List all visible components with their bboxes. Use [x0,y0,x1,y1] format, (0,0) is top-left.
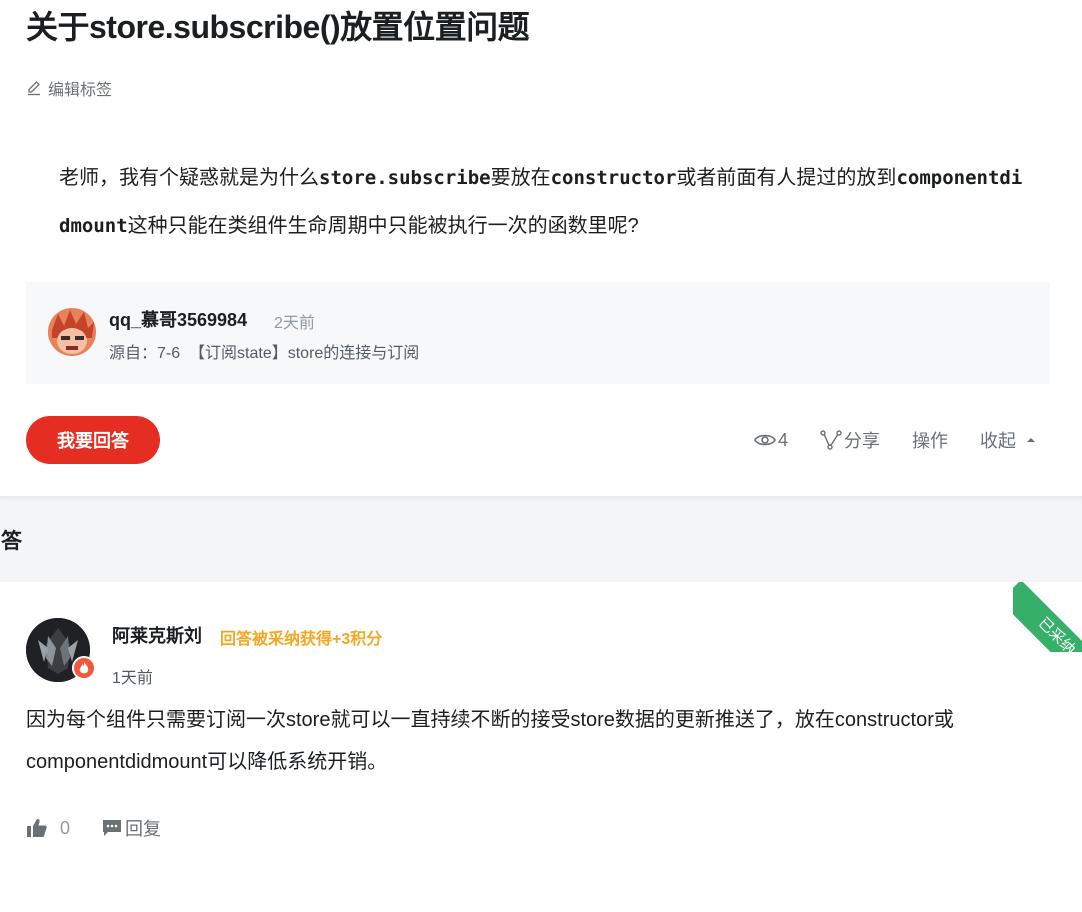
question-title: 关于store.subscribe()放置位置问题 [26,9,530,45]
question-text: 或者前面有人提过的放到 [676,167,897,189]
answer-bonus-badge: 回答被采纳获得+3积分 [220,631,383,648]
caret-up-icon [1027,438,1035,442]
asker-time: 2天前 [274,315,315,332]
eye-icon [754,434,776,446]
answer-question-button[interactable]: 我要回答 [26,416,160,464]
reply-button[interactable]: 回复 [102,815,161,841]
like-count: 0 [60,817,71,838]
question-text: 老师，我有个疑惑就是为什么 [59,167,319,189]
question-meta-box: qq_慕哥3569984 2天前 源自：7-6 【订阅state】store的连… [26,282,1050,384]
question-text: 要放在 [490,167,551,189]
asker-avatar[interactable] [48,308,96,356]
answer-time: 1天前 [112,670,153,687]
operate-menu[interactable]: 操作 [912,427,948,453]
collapse-toggle[interactable]: 收起 [980,427,1044,453]
source-prefix: 源自：7-6 [109,345,181,362]
collapse-label: 收起 [980,431,1016,451]
like-button[interactable]: 0 [26,818,70,839]
adopted-ribbon: 已采纳 [1013,582,1082,652]
pencil-icon [28,81,40,96]
edit-tags-link[interactable]: 编辑标签 [26,76,112,100]
thumbs-up-icon [27,819,47,837]
edit-tags-label: 编辑标签 [48,82,113,99]
adopted-badge: 已采纳 [1013,582,1082,652]
question-text: 这种只能在类组件生命周期中只能被执行一次的函数里呢? [127,215,639,237]
question-body: 老师，我有个疑惑就是为什么store.subscribe要放在construct… [59,154,1029,250]
comment-icon [103,820,122,836]
answers-section-title: 回答 [0,530,22,553]
question-code: store.subscribe [319,167,491,189]
asker-name[interactable]: qq_慕哥3569984 [109,306,247,332]
answerer-name[interactable]: 阿莱克斯刘 [112,622,202,648]
source-lesson-link[interactable]: 【订阅state】store的连接与订阅 [189,345,419,362]
reply-label: 回复 [125,819,162,839]
question-source: 源自：7-6 【订阅state】store的连接与订阅 [109,339,419,363]
question-code: constructor [550,167,677,189]
question-actions: 4 分享 操作 收起 [754,427,1044,453]
share-label: 分享 [844,431,880,451]
operate-label: 操作 [912,431,948,451]
share-button[interactable]: 分享 [820,427,880,453]
views-count: 4 [777,429,788,450]
share-icon [820,430,842,450]
answers-section-header: 回答 [0,496,1082,582]
views-counter: 4 [754,430,788,451]
fire-icon [72,656,96,680]
answer-footer: 0 回复 [26,815,161,841]
answer-body: 因为每个组件只需要订阅一次store就可以一直持续不断的接受store数据的更新… [26,709,954,773]
